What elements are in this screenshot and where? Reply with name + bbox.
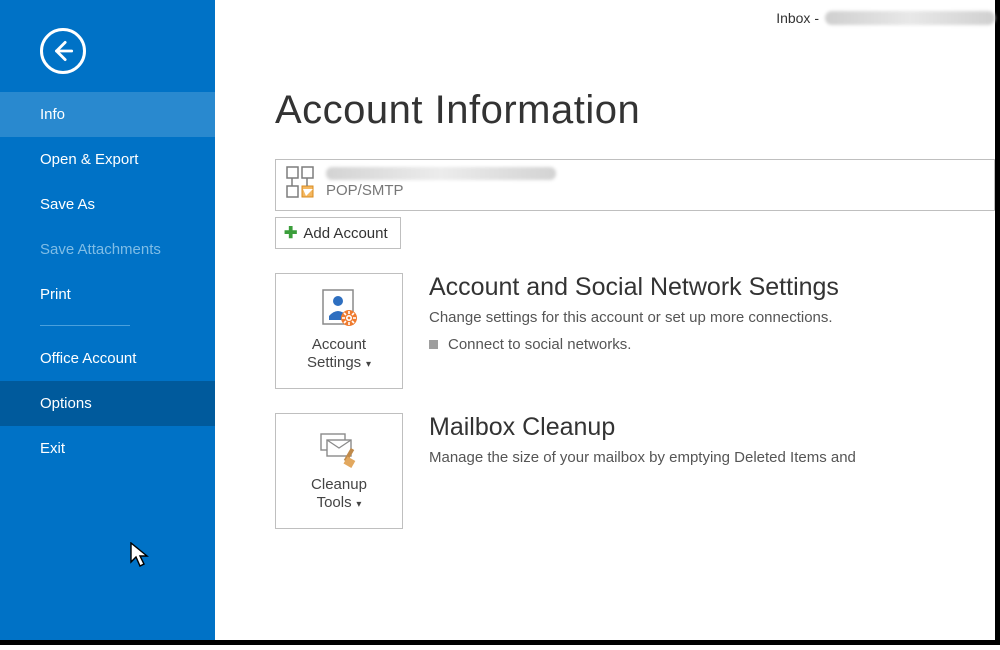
account-settings-desc: Change settings for this account or set … xyxy=(429,308,995,328)
plus-icon: ✚ xyxy=(284,223,297,243)
add-account-button[interactable]: ✚ Add Account xyxy=(275,217,401,249)
nav-item-exit[interactable]: Exit xyxy=(0,426,215,471)
chevron-down-icon: ▾ xyxy=(354,499,362,510)
section-mailbox-cleanup: Cleanup Tools ▾ Mailbox Cleanup Manage t… xyxy=(275,413,995,529)
tile-account-settings[interactable]: Account Settings ▾ xyxy=(275,273,403,389)
cleanup-heading: Mailbox Cleanup xyxy=(429,413,995,442)
nav-item-office-account[interactable]: Office Account xyxy=(0,336,215,381)
nav-divider xyxy=(40,325,130,326)
account-tree-icon xyxy=(286,166,316,200)
page-title: Account Information xyxy=(275,88,995,133)
back-arrow-icon xyxy=(50,38,76,64)
section-account-settings-text: Account and Social Network Settings Chan… xyxy=(429,273,995,353)
nav-list: Info Open & Export Save As Save Attachme… xyxy=(0,92,215,471)
account-settings-heading: Account and Social Network Settings xyxy=(429,273,995,302)
main-panel: Inbox - Account Information POP/SMTP xyxy=(215,0,995,640)
nav-item-save-attachments: Save Attachments xyxy=(0,227,215,272)
nav-item-print[interactable]: Print xyxy=(0,272,215,317)
window-titlebar: Inbox - xyxy=(776,10,995,26)
backstage-root: Info Open & Export Save As Save Attachme… xyxy=(0,0,1000,645)
nav-item-info[interactable]: Info xyxy=(0,92,215,137)
add-account-label: Add Account xyxy=(303,225,387,242)
nav-item-open-export[interactable]: Open & Export xyxy=(0,137,215,182)
titlebar-inbox-label: Inbox - xyxy=(776,10,819,26)
account-selector[interactable]: POP/SMTP xyxy=(275,159,995,211)
account-details: POP/SMTP xyxy=(326,166,556,199)
account-settings-icon xyxy=(317,286,361,330)
titlebar-account-redacted xyxy=(825,11,995,25)
chevron-down-icon: ▾ xyxy=(363,359,371,370)
section-cleanup-text: Mailbox Cleanup Manage the size of your … xyxy=(429,413,995,468)
nav-item-options[interactable]: Options xyxy=(0,381,215,426)
tile-cleanup-tools[interactable]: Cleanup Tools ▾ xyxy=(275,413,403,529)
account-type: POP/SMTP xyxy=(326,182,556,199)
account-email-redacted xyxy=(326,167,556,180)
bullet-icon xyxy=(429,340,438,349)
tile-cleanup-tools-label: Cleanup Tools ▾ xyxy=(311,476,367,512)
back-button[interactable] xyxy=(40,28,86,74)
cleanup-desc: Manage the size of your mailbox by empty… xyxy=(429,448,995,468)
content-area: POP/SMTP ✚ Add Account xyxy=(275,159,995,529)
social-networks-link[interactable]: Connect to social networks. xyxy=(429,336,995,353)
social-networks-label: Connect to social networks. xyxy=(448,336,631,353)
nav-item-save-as[interactable]: Save As xyxy=(0,182,215,227)
backstage-sidebar: Info Open & Export Save As Save Attachme… xyxy=(0,0,215,640)
tile-account-settings-label: Account Settings ▾ xyxy=(307,336,371,372)
cleanup-tools-icon xyxy=(317,426,361,470)
section-account-settings: Account Settings ▾ Account and Social Ne… xyxy=(275,273,995,389)
